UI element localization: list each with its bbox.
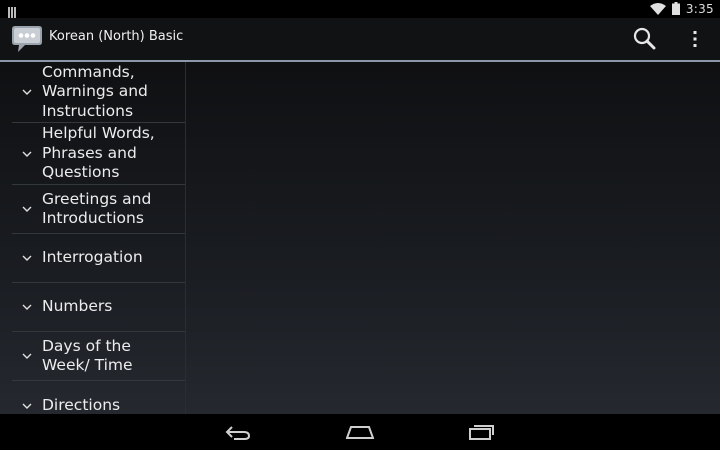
list-item-interrogation[interactable]: Interrogation — [12, 234, 185, 283]
list-item-label: Days of the Week/ Time — [42, 336, 133, 375]
chevron-down-icon — [12, 255, 42, 261]
list-item-label: Helpful Words, Phrases and Questions — [42, 124, 155, 182]
list-item-label: Directions — [42, 395, 121, 414]
overflow-menu-icon[interactable] — [688, 28, 702, 50]
list-item-label: Greetings and Introductions — [42, 189, 152, 228]
status-bar: 3:35 — [0, 0, 720, 18]
chevron-down-icon — [12, 403, 42, 409]
notification-icon — [8, 3, 18, 18]
action-bar: Korean (North) Basic — [0, 18, 720, 62]
app-title: Korean (North) Basic — [49, 29, 184, 44]
search-icon[interactable] — [632, 26, 658, 52]
chevron-down-icon — [12, 206, 42, 212]
chevron-down-icon — [12, 353, 42, 359]
list-item-directions[interactable]: Directions — [12, 381, 185, 414]
chevron-down-icon — [12, 89, 42, 95]
category-list[interactable]: Commands, Warnings and Instructions Help… — [12, 62, 186, 414]
chevron-down-icon — [12, 304, 42, 310]
status-time: 3:35 — [685, 2, 714, 16]
app-chat-icon[interactable] — [11, 24, 43, 54]
list-item-helpful-words[interactable]: Helpful Words, Phrases and Questions — [12, 123, 185, 185]
list-item-label: Numbers — [42, 297, 113, 316]
list-item-days-time[interactable]: Days of the Week/ Time — [12, 332, 185, 381]
list-item-greetings[interactable]: Greetings and Introductions — [12, 185, 185, 234]
list-item-commands[interactable]: Commands, Warnings and Instructions — [12, 62, 185, 123]
list-item-label: Commands, Warnings and Instructions — [42, 62, 148, 120]
recents-icon[interactable] — [462, 420, 502, 444]
navigation-bar — [0, 414, 720, 450]
back-icon[interactable] — [218, 420, 258, 444]
main-content: Commands, Warnings and Instructions Help… — [0, 62, 720, 414]
list-item-label: Interrogation — [42, 248, 143, 267]
home-icon[interactable] — [340, 420, 380, 444]
list-item-numbers[interactable]: Numbers — [12, 283, 185, 332]
wifi-icon — [649, 0, 666, 19]
battery-icon — [671, 0, 680, 19]
chevron-down-icon — [12, 151, 42, 157]
